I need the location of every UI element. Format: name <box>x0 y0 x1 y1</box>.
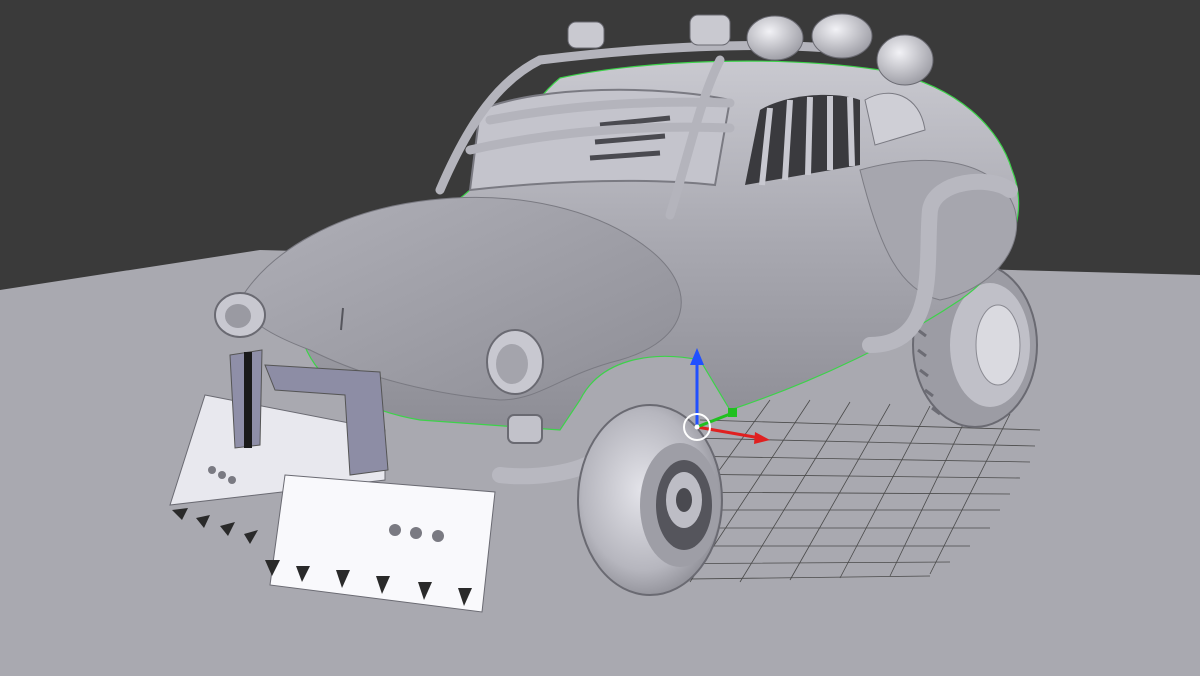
left-headlight <box>214 292 266 338</box>
fog-light <box>507 414 543 444</box>
right-headlight <box>486 329 544 395</box>
y-axis-arrow[interactable] <box>728 408 737 417</box>
front-right-wheel[interactable] <box>577 404 723 596</box>
3d-viewport[interactable] <box>0 0 1200 676</box>
